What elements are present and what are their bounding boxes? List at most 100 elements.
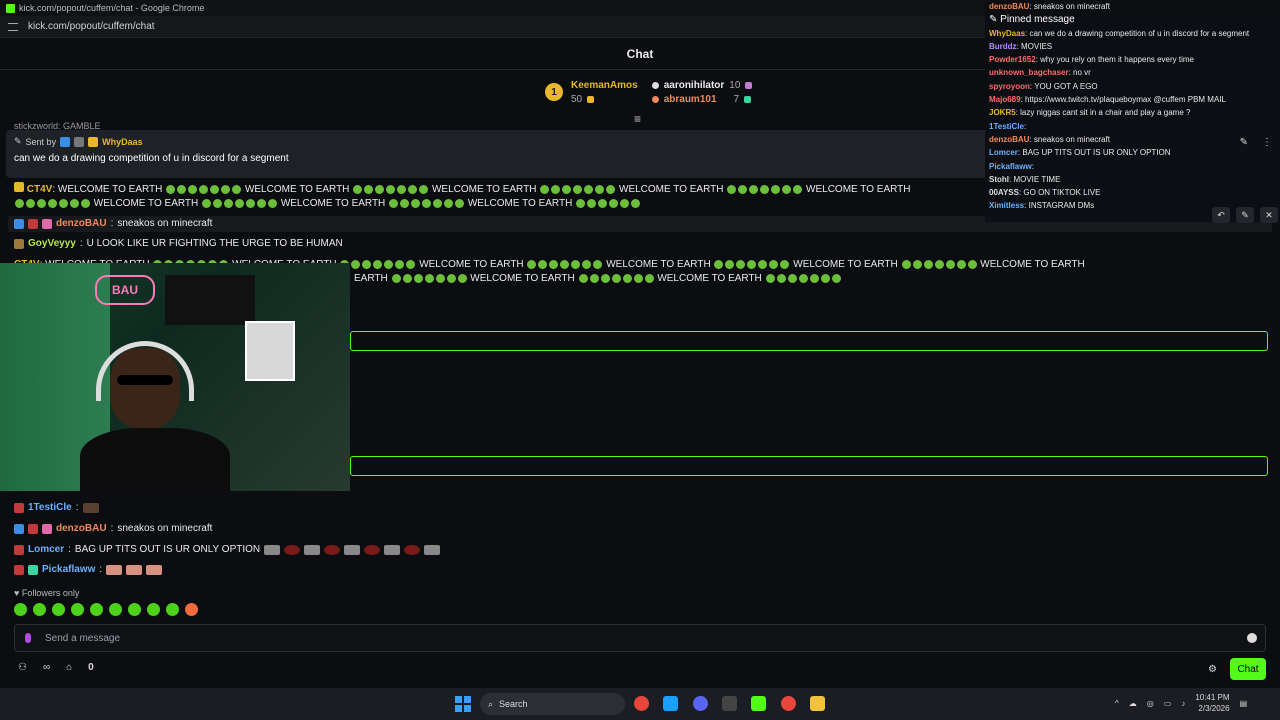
pinned-user[interactable]: WhyDaas (102, 137, 143, 147)
kick-icon[interactable] (751, 696, 766, 711)
pin-icon[interactable]: ✎ (1240, 137, 1248, 148)
overlay-text: why you rely on them it happens every ti… (1040, 55, 1195, 65)
overlay-user: Burddz (989, 41, 1017, 51)
emote-button[interactable] (166, 603, 179, 616)
followers-text: Followers only (21, 588, 80, 598)
pin-icon: ✎ (989, 14, 1001, 26)
sent-by-label: Sent by (25, 136, 57, 147)
gift-icon (745, 81, 753, 89)
badge-icon (28, 524, 38, 534)
message-text: WELCOME TO EARTH (57, 184, 163, 195)
more-options-icon[interactable]: ⋮ (1262, 137, 1272, 148)
emoji-picker-icon[interactable] (1247, 633, 1257, 643)
repeat-text: WELCOME TO EARTH (793, 259, 898, 270)
third-name[interactable]: abraum101 (664, 94, 717, 105)
emote-button[interactable] (185, 603, 198, 616)
username[interactable]: denzoBAU (56, 522, 107, 536)
emote-button[interactable] (33, 603, 46, 616)
badge-icon (14, 219, 24, 229)
overlay-text: no vr (1073, 68, 1091, 78)
overlay-user: denzoBAU (989, 2, 1030, 11)
app-tray-icon[interactable]: ◎ (1147, 699, 1154, 708)
username[interactable]: denzoBAU (56, 217, 107, 231)
badge-icon (14, 239, 24, 249)
emote (344, 545, 361, 555)
repeat-text: WELCOME TO EARTH (806, 184, 911, 195)
discord-icon[interactable] (693, 696, 708, 711)
repeat-text: WELCOME TO EARTH (419, 259, 524, 270)
message-input[interactable]: Send a message (14, 624, 1266, 652)
username[interactable]: GoyVeyyy (28, 237, 76, 251)
leader-value: 50 (571, 93, 583, 105)
emote-button[interactable] (147, 603, 160, 616)
chat-title: Chat (626, 46, 654, 61)
network-icon[interactable]: ▭ (1164, 699, 1172, 708)
emote-button[interactable] (109, 603, 122, 616)
badge-icon (14, 503, 24, 513)
emote-button[interactable] (14, 603, 27, 616)
emote (146, 565, 163, 575)
emote-button[interactable] (71, 603, 84, 616)
chrome-icon[interactable] (634, 696, 649, 711)
tv-screen (165, 275, 255, 325)
taskbar-search[interactable]: ⌕ Search (480, 693, 625, 715)
repeat-text: WELCOME TO EARTH (467, 198, 573, 209)
share-icon[interactable]: ⚇ (18, 662, 27, 673)
app-icon[interactable] (722, 696, 737, 711)
mic-icon[interactable] (25, 633, 31, 643)
badge-icon (14, 524, 24, 534)
overlay-text: https://www.twitch.tv/plaqueboymax @cuff… (1025, 95, 1226, 105)
chat-message: denzoBAU: sneakos on minecraft (14, 522, 212, 536)
highlight-box (350, 331, 1268, 351)
chrome-icon[interactable] (781, 696, 796, 711)
expand-leaderboard-icon[interactable]: ≡ (634, 112, 641, 126)
username[interactable]: 1TestiCle (28, 501, 72, 515)
leader-name[interactable]: KeemanAmos (571, 80, 638, 91)
url-text[interactable]: kick.com/popout/cuffem/chat (28, 21, 155, 32)
emote-button[interactable] (128, 603, 141, 616)
emote-button[interactable] (52, 603, 65, 616)
reply-icon[interactable]: ↶ (1212, 207, 1230, 223)
overlay-text: sneakos on minecraft (1033, 2, 1110, 11)
clock-date: 2/3/2026 (1198, 704, 1230, 713)
gear-icon[interactable]: ⚙ (1208, 664, 1217, 675)
badge-icon (14, 182, 24, 192)
message-text: BAG UP TITS OUT IS UR ONLY OPTION (74, 544, 261, 555)
windows-start-icon[interactable] (455, 696, 471, 712)
repeat-text: WELCOME TO EARTH (470, 273, 575, 284)
webcam-overlay: BAU (0, 263, 350, 491)
steam-icon[interactable] (663, 696, 678, 711)
second-name[interactable]: aaronihilator (664, 80, 725, 91)
message-text: U LOOK LIKE UR FIGHTING THE URGE TO BE H… (86, 238, 343, 249)
infinity-icon[interactable]: ∞ (43, 662, 50, 673)
site-settings-icon[interactable] (8, 22, 18, 31)
cloud-icon[interactable]: ☁ (1129, 699, 1137, 708)
repeat-text: WELCOME TO EARTH (619, 184, 724, 195)
chat-send-button[interactable]: Chat (1230, 658, 1266, 680)
badge-icon (14, 565, 24, 575)
badge-icon (28, 219, 38, 229)
gift-icon (42, 524, 52, 534)
notification-icon[interactable]: ▤ (1240, 699, 1248, 708)
pin-icon[interactable]: ✎ (1236, 207, 1254, 223)
third-value: 7 (733, 93, 740, 105)
volume-icon[interactable]: ♪ (1181, 699, 1185, 708)
delete-icon[interactable]: ✕ (1260, 207, 1278, 223)
rank-3-icon (651, 95, 659, 103)
username[interactable]: Lomcer (28, 543, 64, 557)
emote (284, 545, 301, 555)
highlight-box (350, 456, 1268, 476)
overlay-text: GO ON TIKTOK LIVE (1023, 188, 1101, 198)
username[interactable]: Pickaflaww (42, 563, 95, 577)
file-explorer-icon[interactable] (810, 696, 825, 711)
windows-taskbar: ⌕ Search ^ ☁ ◎ ▭ ♪ 10:41 PM 2/3/2026 ▤ (0, 688, 1280, 720)
chevron-up-icon[interactable]: ^ (1115, 699, 1119, 708)
chat-message: 1TestiCle: (14, 501, 99, 515)
emote-button[interactable] (90, 603, 103, 616)
chat-message: GoyVeyyy: U LOOK LIKE UR FIGHTING THE UR… (14, 237, 343, 251)
gift-icon[interactable]: ⌂ (66, 662, 72, 673)
username[interactable]: CT4V (27, 184, 53, 195)
overlay-user: Stohl (989, 174, 1009, 184)
clock[interactable]: 10:41 PM 2/3/2026 (1195, 692, 1229, 714)
badge-icon (74, 136, 85, 147)
